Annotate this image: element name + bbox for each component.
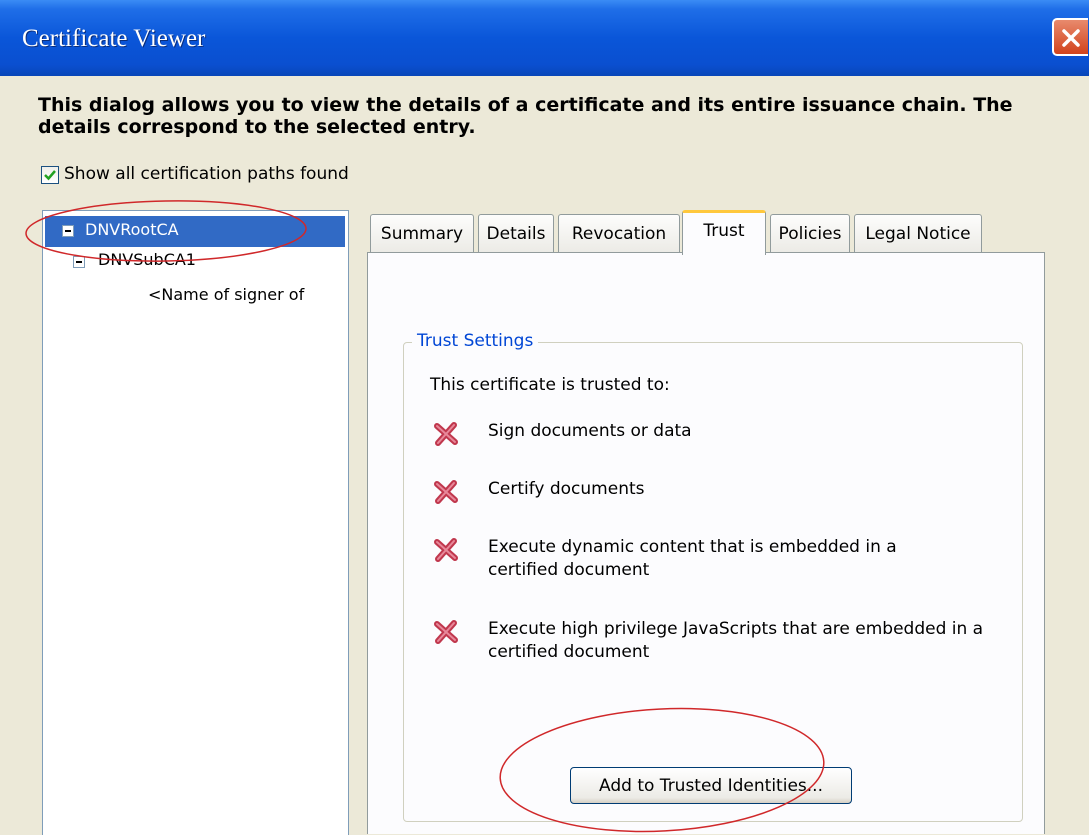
- tab-details[interactable]: Details: [478, 214, 554, 252]
- certificate-tree[interactable]: DNVRootCA DNVSubCA1 <Name of signer of: [42, 210, 349, 835]
- trust-settings-legend: Trust Settings: [412, 331, 539, 351]
- red-x-icon: [434, 620, 458, 644]
- title-bar: Certificate Viewer: [0, 0, 1089, 76]
- tree-item-subca[interactable]: DNVSubCA1: [43, 249, 343, 273]
- tab-legal-notice[interactable]: Legal Notice: [854, 214, 982, 252]
- close-button[interactable]: [1052, 18, 1088, 56]
- collapse-icon[interactable]: [73, 256, 85, 268]
- permission-text: Certify documents: [488, 479, 645, 499]
- red-x-icon: [434, 538, 458, 562]
- tree-item-label: DNVSubCA1: [98, 250, 196, 269]
- tree-item-root[interactable]: DNVRootCA: [45, 216, 345, 247]
- trusted-to-heading: This certificate is trusted to:: [430, 375, 670, 395]
- permission-text: Execute high privilege JavaScripts that …: [488, 619, 984, 662]
- intro-text: This dialog allows you to view the detai…: [38, 94, 1013, 138]
- tree-item-signer[interactable]: <Name of signer of: [43, 283, 343, 307]
- close-icon: [1062, 29, 1080, 47]
- permission-text: Sign documents or data: [488, 421, 692, 441]
- tab-policies[interactable]: Policies: [770, 214, 850, 252]
- show-all-paths-label: Show all certification paths found: [64, 164, 349, 184]
- tab-summary[interactable]: Summary: [370, 214, 474, 252]
- tree-item-label: <Name of signer of: [148, 285, 305, 304]
- tab-trust[interactable]: Trust: [682, 210, 766, 255]
- trust-settings-group: [403, 342, 1023, 822]
- red-x-icon: [434, 422, 458, 446]
- window-title: Certificate Viewer: [22, 25, 206, 52]
- tab-revocation[interactable]: Revocation: [558, 214, 680, 252]
- permission-text: Execute dynamic content that is embedded…: [488, 537, 897, 580]
- collapse-icon[interactable]: [62, 225, 74, 237]
- red-x-icon: [434, 480, 458, 504]
- tree-item-label: DNVRootCA: [85, 220, 179, 239]
- show-all-paths-checkbox[interactable]: [41, 166, 59, 184]
- add-to-trusted-identities-button[interactable]: Add to Trusted Identities...: [570, 767, 852, 804]
- checkmark-icon: [44, 170, 56, 181]
